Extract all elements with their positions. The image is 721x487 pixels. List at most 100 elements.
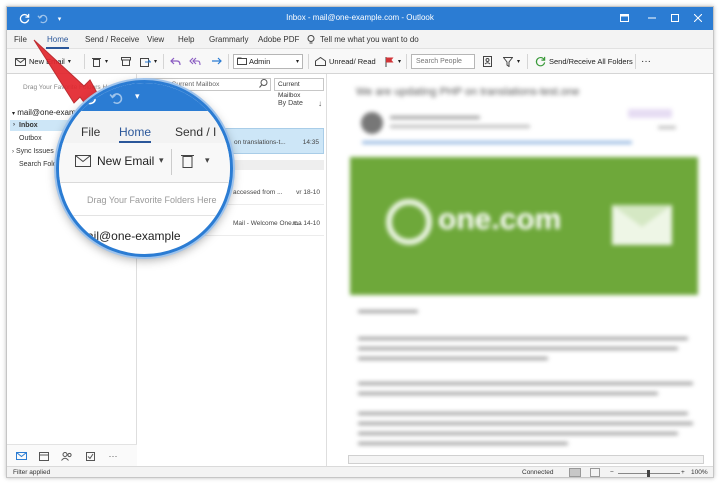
search-scope-dropdown[interactable]: Current Mailbox xyxy=(274,78,324,99)
tab-home[interactable]: Home xyxy=(45,35,70,49)
magnifier-callout: ▾ File Home Send / I New Email ▾ ▾ Drag … xyxy=(56,80,233,257)
envelope-icon xyxy=(13,56,27,68)
send-receive-all-button[interactable]: Send/Receive All Folders xyxy=(533,54,633,69)
mail-icon[interactable] xyxy=(14,450,28,462)
toolbar-divider xyxy=(635,54,636,69)
toolbar-divider xyxy=(163,54,164,69)
window-title: Inbox - mail@one-example.com - Outlook xyxy=(286,13,434,22)
forward-button[interactable] xyxy=(209,54,225,69)
email-banner-image: one.com xyxy=(350,157,698,295)
folder-icon xyxy=(237,57,249,67)
calendar-icon[interactable] xyxy=(37,450,51,462)
address-book-button[interactable] xyxy=(480,54,496,69)
move-icon xyxy=(138,56,152,68)
magnified-tab-home: Home xyxy=(119,125,152,143)
follow-up-button[interactable]: ▾ xyxy=(382,54,401,69)
tab-view[interactable]: View xyxy=(147,35,164,44)
tab-adobe-pdf[interactable]: Adobe PDF xyxy=(258,35,299,44)
toolbar-divider xyxy=(171,149,172,175)
sync-icon xyxy=(83,91,97,107)
chevron-down-icon: ▾ xyxy=(205,155,210,165)
message-subject: accessed from ... xyxy=(233,189,283,196)
sort-dropdown[interactable]: By Date xyxy=(278,100,303,107)
close-icon[interactable] xyxy=(689,10,707,26)
new-email-button[interactable]: New Email ▾ xyxy=(13,54,71,69)
tab-grammarly[interactable]: Grammarly xyxy=(209,35,249,44)
folder-sync-issues[interactable]: › Sync Issues ( xyxy=(12,148,58,155)
minimize-icon[interactable] xyxy=(643,10,661,26)
filter-email-button[interactable]: ▾ xyxy=(501,54,520,69)
ribbon-tabs: File Home Send / Receive View Help Gramm… xyxy=(7,30,713,49)
body-line xyxy=(358,347,678,350)
magnified-divider xyxy=(69,215,229,216)
folder-outbox[interactable]: Outbox xyxy=(19,135,42,142)
normal-view-icon[interactable] xyxy=(569,468,581,477)
body-line xyxy=(358,442,568,445)
sender-line xyxy=(390,116,480,119)
folder-search-folders[interactable]: Search Folde xyxy=(19,161,61,168)
body-line xyxy=(358,432,678,435)
reading-view-icon[interactable] xyxy=(590,468,600,477)
tab-file[interactable]: File xyxy=(14,35,27,44)
sender-avatar xyxy=(361,112,383,134)
sort-direction-icon[interactable]: ↓ xyxy=(318,99,322,108)
reply-all-icon xyxy=(188,56,202,68)
reply-all-button[interactable] xyxy=(188,54,204,69)
body-line xyxy=(358,422,693,425)
zoom-out-button[interactable]: − xyxy=(610,469,614,476)
folder-label: Inbox xyxy=(19,122,38,129)
lightbulb-icon xyxy=(307,35,315,47)
undo-icon xyxy=(109,91,123,107)
tab-send-receive[interactable]: Send / Receive xyxy=(85,35,139,44)
magnified-title-bar: ▾ xyxy=(59,83,230,111)
customize-icon: ▾ xyxy=(135,91,140,101)
chevron-down-icon: ▾ xyxy=(154,59,158,65)
body-line xyxy=(358,357,548,360)
ribbon-toolbar: New Email ▾ ▾ ▾ Admin ▾ Unread/ Read ▾ S… xyxy=(7,49,713,74)
toolbar-divider xyxy=(406,54,407,69)
forward-icon xyxy=(209,56,223,68)
magnified-favorites-hint: Drag Your Favorite Folders Here xyxy=(87,195,217,205)
trash-icon xyxy=(89,56,103,68)
maximize-icon[interactable] xyxy=(666,10,684,26)
folder-label: Sync Issues ( xyxy=(15,148,58,155)
ribbon-display-icon[interactable] xyxy=(615,10,633,26)
toolbar-divider xyxy=(84,54,85,69)
body-line xyxy=(358,392,658,395)
reply-button[interactable] xyxy=(168,54,184,69)
reply-actions xyxy=(628,109,672,118)
more-modules-icon[interactable]: ··· xyxy=(106,450,120,462)
body-line xyxy=(358,337,688,340)
zoom-level[interactable]: 100% xyxy=(691,469,708,476)
tasks-icon[interactable] xyxy=(83,450,97,462)
magnified-new-email-label: New Email xyxy=(97,154,155,168)
trash-icon xyxy=(181,153,194,170)
zoom-slider-thumb[interactable] xyxy=(647,470,650,477)
search-icon[interactable] xyxy=(259,79,268,90)
tab-help[interactable]: Help xyxy=(178,35,194,44)
filter-status: Filter applied xyxy=(13,469,51,476)
horizontal-scrollbar[interactable] xyxy=(348,455,704,464)
search-people-input[interactable]: Search People xyxy=(411,54,475,69)
delete-button[interactable]: ▾ xyxy=(89,54,108,69)
brand-logo-icon xyxy=(386,199,432,245)
people-icon[interactable] xyxy=(60,450,74,462)
move-button[interactable]: ▾ xyxy=(138,54,157,69)
chevron-down-icon: ▾ xyxy=(105,59,109,65)
zoom-in-button[interactable]: + xyxy=(681,469,685,476)
message-time: ma 14-10 xyxy=(292,220,320,227)
message-subject-heading: We are updating PHP on translations-test… xyxy=(356,86,580,98)
archive-button[interactable] xyxy=(119,54,135,69)
unread-read-button[interactable]: Unread/ Read xyxy=(313,54,376,69)
magnified-ribbon-tabs: File Home Send / I xyxy=(59,111,230,143)
more-commands-button[interactable]: ··· xyxy=(641,54,651,69)
move-to-folder-dropdown[interactable]: Admin ▾ xyxy=(233,54,303,69)
magnified-toolbar: New Email ▾ ▾ xyxy=(59,143,230,183)
magnified-account-name: mail@one-example xyxy=(77,229,181,243)
tell-me-box[interactable]: Tell me what you want to do xyxy=(320,35,419,44)
chevron-down-icon: ▾ xyxy=(398,59,402,65)
expand-caret-icon: ▾ xyxy=(12,111,16,117)
message-time: 14:35 xyxy=(302,139,319,146)
sync-icon xyxy=(533,56,547,68)
chevron-down-icon: ▾ xyxy=(159,155,164,165)
